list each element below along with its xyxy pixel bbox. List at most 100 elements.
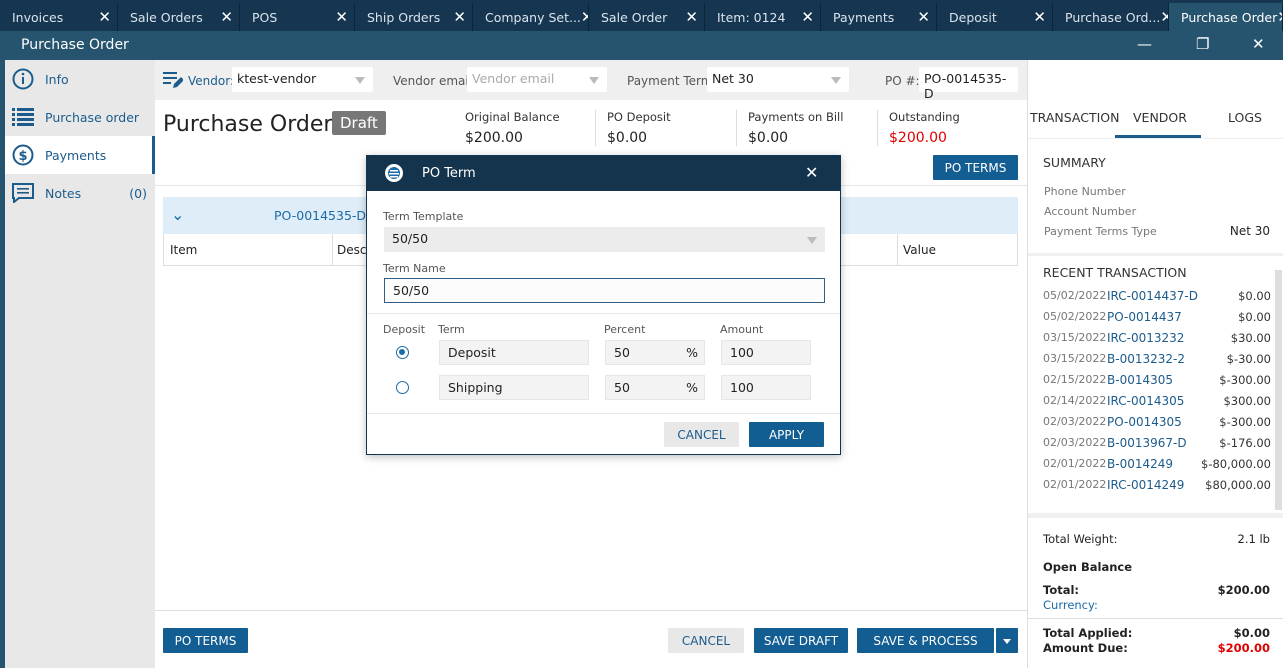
tab-6[interactable]: Item: 0124 ✕ [705, 3, 821, 31]
amount-input[interactable]: 100 [721, 375, 811, 400]
tx-date: 02/15/2022 [1043, 373, 1107, 386]
tab-label: Sale Orders [130, 9, 203, 25]
divider [367, 413, 840, 414]
close-tab-icon[interactable]: ✕ [335, 8, 348, 26]
save-options-dropdown[interactable] [996, 628, 1018, 653]
term-name-input[interactable]: 50/50 [384, 278, 825, 303]
tx-number-link[interactable]: IRC-0014249 [1107, 478, 1184, 492]
percent-input[interactable]: 50% [605, 375, 705, 400]
tx-number-link[interactable]: B-0013967-D [1107, 436, 1187, 450]
percent-value: 50 [614, 380, 630, 395]
footer-po-terms-button[interactable]: PO TERMS [163, 628, 248, 653]
tab-vendor[interactable]: VENDOR [1133, 110, 1187, 125]
tab-2[interactable]: POS ✕ [240, 3, 355, 31]
save-process-button[interactable]: SAVE & PROCESS [857, 628, 994, 653]
percent-input[interactable]: 50% [605, 340, 705, 365]
tx-amount: $-30.00 [1226, 352, 1271, 366]
tab-transaction[interactable]: TRANSACTION [1030, 110, 1119, 125]
tx-date: 02/01/2022 [1043, 457, 1107, 470]
divider [1028, 138, 1283, 139]
tab-label: Invoices [12, 9, 64, 25]
status-badge: Draft [332, 111, 386, 135]
deposit-radio[interactable] [396, 346, 409, 359]
term-input[interactable]: Shipping [439, 375, 589, 400]
close-tab-icon[interactable]: ✕ [1033, 8, 1046, 26]
dialog-cancel-button[interactable]: CANCEL [664, 422, 739, 447]
stat-label: PO Deposit [607, 110, 671, 124]
deposit-radio[interactable] [396, 381, 409, 394]
transaction-row: 05/02/2022 PO-0014437 $0.00 [1043, 310, 1271, 331]
total-value: $200.00 [1217, 583, 1270, 597]
close-tab-icon[interactable]: ✕ [1277, 8, 1282, 26]
tx-number-link[interactable]: IRC-0014437-D [1107, 289, 1198, 303]
edit-list-icon [163, 71, 184, 92]
po-term-dialog: PO Term ✕ Term Template 50/50 Term Name … [366, 155, 841, 455]
tx-date: 03/15/2022 [1043, 352, 1107, 365]
close-tab-icon[interactable]: ✕ [453, 8, 466, 26]
close-tab-icon[interactable]: ✕ [917, 8, 930, 26]
vendor-select[interactable]: ktest-vendor [232, 67, 373, 92]
tab-label: Ship Orders [367, 9, 441, 25]
tab-5[interactable]: Sale Order ✕ [589, 3, 705, 31]
close-tab-icon[interactable]: ✕ [801, 8, 814, 26]
cancel-button[interactable]: CANCEL [668, 628, 744, 653]
divider [1028, 513, 1283, 518]
sidebar-item-notes[interactable]: Notes (0) [5, 174, 155, 212]
sidebar-item-purchase-order[interactable]: Purchase order [5, 98, 155, 136]
close-tab-icon[interactable]: ✕ [581, 8, 588, 26]
tab-7[interactable]: Payments ✕ [821, 3, 937, 31]
close-tab-icon[interactable]: ✕ [685, 8, 698, 26]
tab-9[interactable]: Purchase Ord...✕ [1053, 3, 1169, 31]
tab-3[interactable]: Ship Orders ✕ [355, 3, 473, 31]
term-input[interactable]: Deposit [439, 340, 589, 365]
scrollbar[interactable] [1275, 270, 1282, 510]
minimize-icon[interactable]: — [1137, 35, 1152, 53]
tx-number-link[interactable]: PO-0014305 [1107, 415, 1182, 429]
payment-terms-select[interactable]: Net 30 [707, 67, 849, 92]
tab-10[interactable]: Purchase Order✕ [1169, 3, 1283, 31]
tx-number-link[interactable]: B-0014305 [1107, 373, 1173, 387]
chevron-down-icon[interactable]: ⌄ [171, 205, 184, 224]
term-name-label: Term Name [383, 262, 446, 275]
tab-label: Deposit [949, 9, 997, 25]
apply-button[interactable]: APPLY [749, 422, 824, 447]
tab-label: Sale Order [601, 9, 668, 25]
stat-value: $200.00 [465, 130, 523, 146]
stat-3: Outstanding $200.00 [877, 110, 1017, 146]
vendor-email-input[interactable]: Vendor email [467, 67, 607, 92]
footer-divider [155, 610, 1027, 611]
tx-number-link[interactable]: B-0014249 [1107, 457, 1173, 471]
tx-number-link[interactable]: B-0013232-2 [1107, 352, 1185, 366]
tx-number-link[interactable]: IRC-0014305 [1107, 394, 1184, 408]
stat-label: Payments on Bill [748, 110, 844, 124]
tx-number-link[interactable]: PO-0014437 [1107, 310, 1182, 324]
close-tab-icon[interactable]: ✕ [98, 8, 111, 26]
save-draft-button[interactable]: SAVE DRAFT [754, 628, 848, 653]
sidebar-item-payments[interactable]: $ Payments [5, 136, 155, 174]
term-template-select[interactable]: 50/50 [384, 227, 825, 252]
tab-logs[interactable]: LOGS [1228, 110, 1262, 125]
terms-type-value: Net 30 [1229, 224, 1270, 238]
stat-2: Payments on Bill $0.00 [736, 110, 876, 146]
po-number-input[interactable]: PO-0014535-D [919, 67, 1018, 101]
stat-label: Original Balance [465, 110, 560, 124]
tab-1[interactable]: Sale Orders ✕ [118, 3, 240, 31]
tx-number-link[interactable]: IRC-0013232 [1107, 331, 1184, 345]
close-tab-icon[interactable]: ✕ [220, 8, 233, 26]
sidebar-item-info[interactable]: Info [5, 60, 155, 98]
tab-8[interactable]: Deposit ✕ [937, 3, 1053, 31]
restore-icon[interactable]: ❐ [1196, 35, 1209, 53]
sidebar-item-label: Notes [45, 185, 82, 201]
close-window-icon[interactable]: ✕ [1252, 35, 1265, 53]
tx-date: 03/15/2022 [1043, 331, 1107, 344]
due-value: $200.00 [1217, 641, 1270, 655]
amount-input[interactable]: 100 [721, 340, 811, 365]
po-terms-button[interactable]: PO TERMS [933, 155, 1018, 180]
tab-label: Purchase Ord... [1065, 9, 1161, 25]
tab-4[interactable]: Company Set...✕ [473, 3, 589, 31]
transaction-row: 02/15/2022 B-0014305 $-300.00 [1043, 373, 1271, 394]
close-tab-icon[interactable]: ✕ [1160, 8, 1168, 26]
close-dialog-icon[interactable]: ✕ [805, 163, 818, 182]
tab-0[interactable]: Invoices ✕ [0, 3, 118, 31]
weight-label: Total Weight: [1043, 532, 1118, 546]
